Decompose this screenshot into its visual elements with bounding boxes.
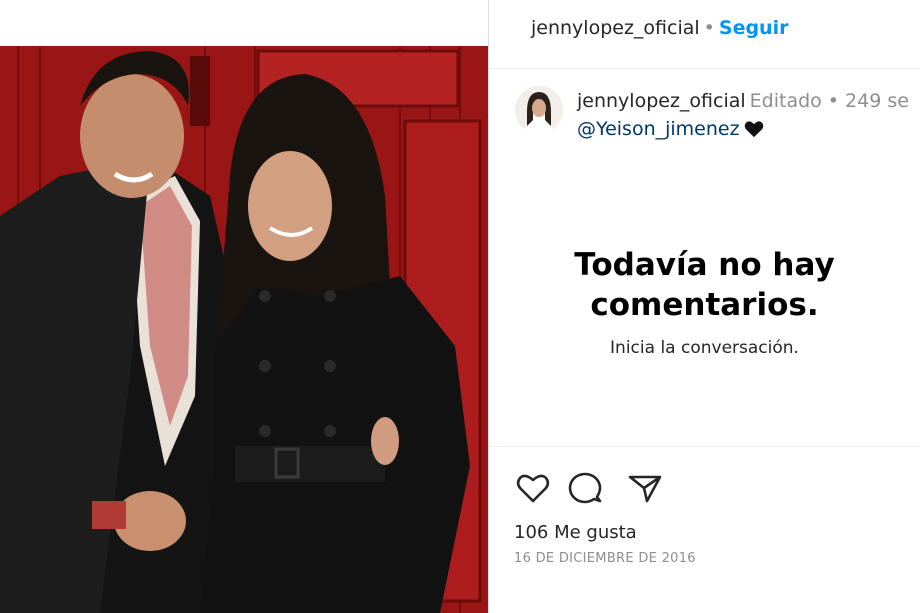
share-icon[interactable] — [625, 468, 665, 508]
no-comments-title-line2: comentarios. — [590, 287, 819, 323]
post-header: jennylopez_oficial • Seguir — [489, 0, 920, 69]
post-side-panel: jennylopez_oficial • Seguir jennylopez_ofi… — [489, 0, 920, 613]
avatar-image — [515, 86, 563, 134]
header-row: jennylopez_oficial • Seguir — [531, 16, 788, 40]
comment-icon[interactable] — [565, 468, 605, 508]
no-comments-state: Todavía no hay comentarios. Inicia la co… — [489, 245, 920, 358]
avatar[interactable] — [515, 86, 563, 134]
caption-text: @Yeison_jimenez — [577, 117, 764, 144]
post-caption: jennylopez_oficial Editado • 249 se @Yeison… — [515, 86, 920, 146]
caption-username[interactable]: jennylopez_oficial — [577, 90, 746, 112]
post-date: 16 DE DICIEMBRE DE 2016 — [514, 551, 696, 566]
edited-label: Editado — [749, 90, 822, 112]
no-comments-subtitle: Inicia la conversación. — [610, 338, 799, 358]
no-comments-title: Todavía no hay comentarios. — [489, 245, 920, 325]
mention-link[interactable]: @Yeison_jimenez — [577, 118, 740, 140]
post-media-panel — [0, 0, 488, 613]
follow-button[interactable]: Seguir — [719, 17, 789, 39]
actions-divider — [489, 446, 920, 447]
caption-separator: • — [827, 90, 840, 112]
caption-timestamp[interactable]: 249 se — [845, 90, 909, 112]
heart-outline-icon[interactable] — [513, 468, 553, 508]
black-heart-icon — [744, 120, 764, 144]
likes-count[interactable]: 106 Me gusta — [514, 522, 637, 543]
post-photo[interactable] — [0, 46, 488, 613]
photo-illustration — [0, 46, 488, 613]
header-username[interactable]: jennylopez_oficial — [531, 17, 700, 39]
caption-meta-line: jennylopez_oficial Editado • 249 se — [577, 89, 909, 113]
header-separator: • — [703, 17, 715, 39]
no-comments-title-line1: Todavía no hay — [574, 247, 835, 283]
